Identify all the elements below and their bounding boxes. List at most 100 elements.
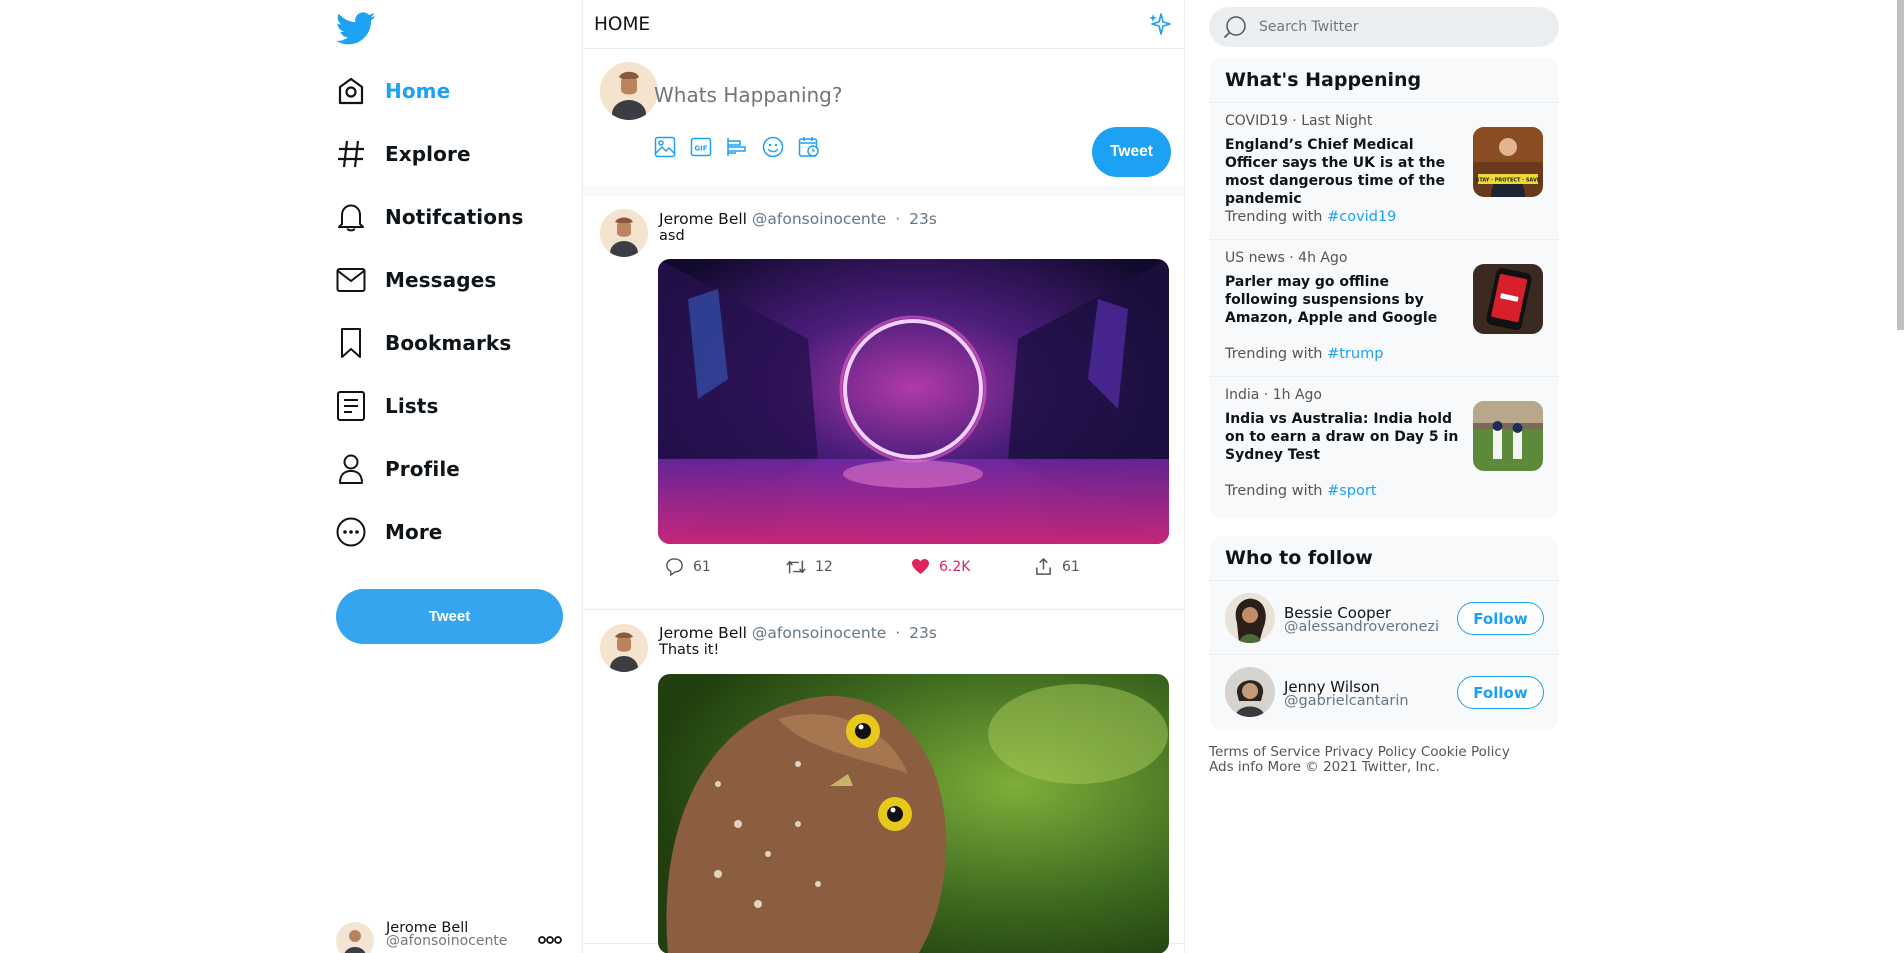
tweet-actions: 61 12 6.2K 61	[665, 557, 1080, 576]
nav-item-explore[interactable]: Explore	[336, 134, 556, 174]
panel-title: Who to follow	[1209, 536, 1559, 581]
page-scrollbar[interactable]	[1897, 0, 1904, 330]
follow-suggestion[interactable]: Bessie Cooper @alessandroveronezi Follow	[1209, 581, 1559, 655]
trend-meta: US news · 4h Ago	[1225, 250, 1348, 266]
home-icon	[336, 75, 366, 107]
tweet-text: Thats it!	[659, 642, 720, 658]
nav-item-bookmarks[interactable]: Bookmarks	[336, 323, 556, 363]
trend-with: Trending with #trump	[1225, 346, 1384, 362]
trend-hashtag[interactable]: #trump	[1327, 346, 1383, 362]
page-title: HOME	[594, 13, 651, 35]
tweet-author-handle[interactable]: @afonsoinocente	[752, 624, 886, 642]
nav-item-profile[interactable]: Profile	[336, 449, 556, 489]
nav-label: Notifcations	[385, 205, 524, 229]
suggested-user-handle: @gabrielcantarin	[1284, 693, 1409, 709]
tweet-author-name[interactable]: Jerome Bell	[659, 210, 747, 228]
tweet-time[interactable]: 23s	[909, 210, 937, 228]
like-button[interactable]: 6.2K	[911, 557, 1034, 576]
nav-item-home[interactable]: Home	[336, 71, 556, 111]
footer-link[interactable]: More	[1268, 759, 1301, 775]
sidebar-tweet-button[interactable]: Tweet	[336, 589, 563, 644]
nav-item-messages[interactable]: Messages	[336, 260, 556, 300]
tweet-time[interactable]: 23s	[909, 624, 937, 642]
mail-icon	[336, 264, 366, 296]
svg-text:STAY · PROTECT · SAVE: STAY · PROTECT · SAVE	[1476, 178, 1541, 184]
tweet-author-name[interactable]: Jerome Bell	[659, 624, 747, 642]
avatar[interactable]	[600, 624, 648, 672]
trend-headline: Parler may go offline following suspensi…	[1225, 274, 1438, 326]
trend-with: Trending with #sport	[1225, 483, 1377, 499]
tweet-header: Jerome Bell @afonsoinocente · 23s	[659, 624, 937, 642]
compose-input[interactable]	[654, 83, 954, 107]
nav-label: Home	[385, 79, 451, 103]
tweet-author-handle[interactable]: @afonsoinocente	[752, 210, 886, 228]
twitter-logo-icon[interactable]	[336, 8, 376, 48]
trend-item[interactable]: COVID19 · Last Night England’s Chief Med…	[1209, 103, 1559, 240]
tweet[interactable]: Jerome Bell @afonsoinocente · 23s asd 61…	[583, 196, 1184, 610]
feed-header: HOME	[583, 0, 1184, 49]
footer-links: Terms of Service Privacy Policy Cookie P…	[1209, 745, 1559, 775]
whats-happening-panel: What's Happening COVID19 · Last Night En…	[1209, 58, 1559, 518]
reply-button[interactable]: 61	[665, 557, 786, 576]
nav-item-more[interactable]: More	[336, 512, 556, 552]
copyright: © 2021 Twitter, Inc.	[1305, 759, 1440, 775]
tweet[interactable]: Jerome Bell @afonsoinocente · 23s Thats …	[583, 610, 1184, 953]
gif-icon[interactable]: GIF	[690, 136, 712, 158]
image-icon[interactable]	[654, 136, 676, 158]
left-sidebar: Home Explore Notifcations Messages Bookm…	[336, 0, 564, 953]
like-count: 6.2K	[939, 558, 971, 575]
svg-text:GIF: GIF	[694, 145, 707, 153]
trend-hashtag[interactable]: #covid19	[1327, 209, 1396, 225]
trend-hashtag[interactable]: #sport	[1327, 483, 1376, 499]
trend-with: Trending with #covid19	[1225, 209, 1397, 225]
search-input[interactable]	[1259, 19, 1539, 35]
nav-label: Bookmarks	[385, 331, 512, 355]
tweet-image-neon-circle[interactable]	[658, 259, 1169, 544]
panel-title: What's Happening	[1209, 58, 1559, 103]
separator-dot: ·	[895, 624, 901, 642]
tweet-text: asd	[659, 228, 685, 244]
trend-item[interactable]: US news · 4h Ago Parler may go offline f…	[1209, 240, 1559, 377]
avatar	[600, 62, 658, 120]
poll-icon[interactable]	[726, 136, 748, 158]
main-feed: HOME GIF Tweet Jerome Bell @afonsoinocen…	[582, 0, 1185, 953]
sparkle-icon[interactable]	[1148, 12, 1172, 36]
trend-headline: England’s Chief Medical Officer says the…	[1225, 137, 1446, 207]
footer-link[interactable]: Privacy Policy	[1325, 744, 1417, 760]
retweet-icon	[786, 560, 806, 573]
follow-button[interactable]: Follow	[1457, 602, 1544, 635]
reply-icon	[666, 558, 683, 576]
emoji-icon[interactable]	[762, 136, 784, 158]
share-icon	[1036, 558, 1051, 575]
avatar	[336, 922, 374, 953]
follow-button[interactable]: Follow	[1457, 676, 1544, 709]
suggested-user-handle: @alessandroveronezi	[1284, 619, 1440, 635]
share-button[interactable]: 61	[1034, 557, 1080, 576]
retweet-button[interactable]: 12	[786, 557, 911, 576]
footer-link[interactable]: Ads info	[1209, 759, 1263, 775]
footer-link[interactable]: Terms of Service	[1209, 744, 1320, 760]
reply-count: 61	[693, 558, 711, 575]
follow-suggestion[interactable]: Jenny Wilson @gabrielcantarin Follow	[1209, 655, 1559, 729]
tweet-image-owl[interactable]	[658, 674, 1169, 953]
trend-thumbnail: STAY · PROTECT · SAVE	[1473, 127, 1543, 197]
account-switcher[interactable]: Jerome Bell @afonsoinocente	[336, 921, 564, 953]
trend-item[interactable]: India · 1h Ago India vs Australia: India…	[1209, 377, 1559, 514]
avatar[interactable]	[600, 209, 648, 257]
profile-handle: @afonsoinocente	[386, 933, 508, 949]
footer-link[interactable]: Cookie Policy	[1421, 744, 1510, 760]
avatar	[1225, 593, 1275, 643]
separator-dot: ·	[895, 210, 901, 228]
share-count: 61	[1062, 558, 1080, 575]
schedule-icon[interactable]	[798, 136, 820, 158]
user-icon	[336, 453, 366, 485]
compose-tweet-button[interactable]: Tweet	[1092, 127, 1171, 177]
nav-item-notifications[interactable]: Notifcations	[336, 197, 556, 237]
trend-thumbnail	[1473, 264, 1543, 334]
retweet-count: 12	[815, 558, 833, 575]
search-bar[interactable]	[1209, 7, 1559, 47]
more-dots-icon[interactable]	[538, 935, 562, 945]
nav-item-lists[interactable]: Lists	[336, 386, 556, 426]
who-to-follow-panel: Who to follow Bessie Cooper @alessandrov…	[1209, 536, 1559, 730]
compose-box: GIF Tweet	[583, 49, 1184, 196]
